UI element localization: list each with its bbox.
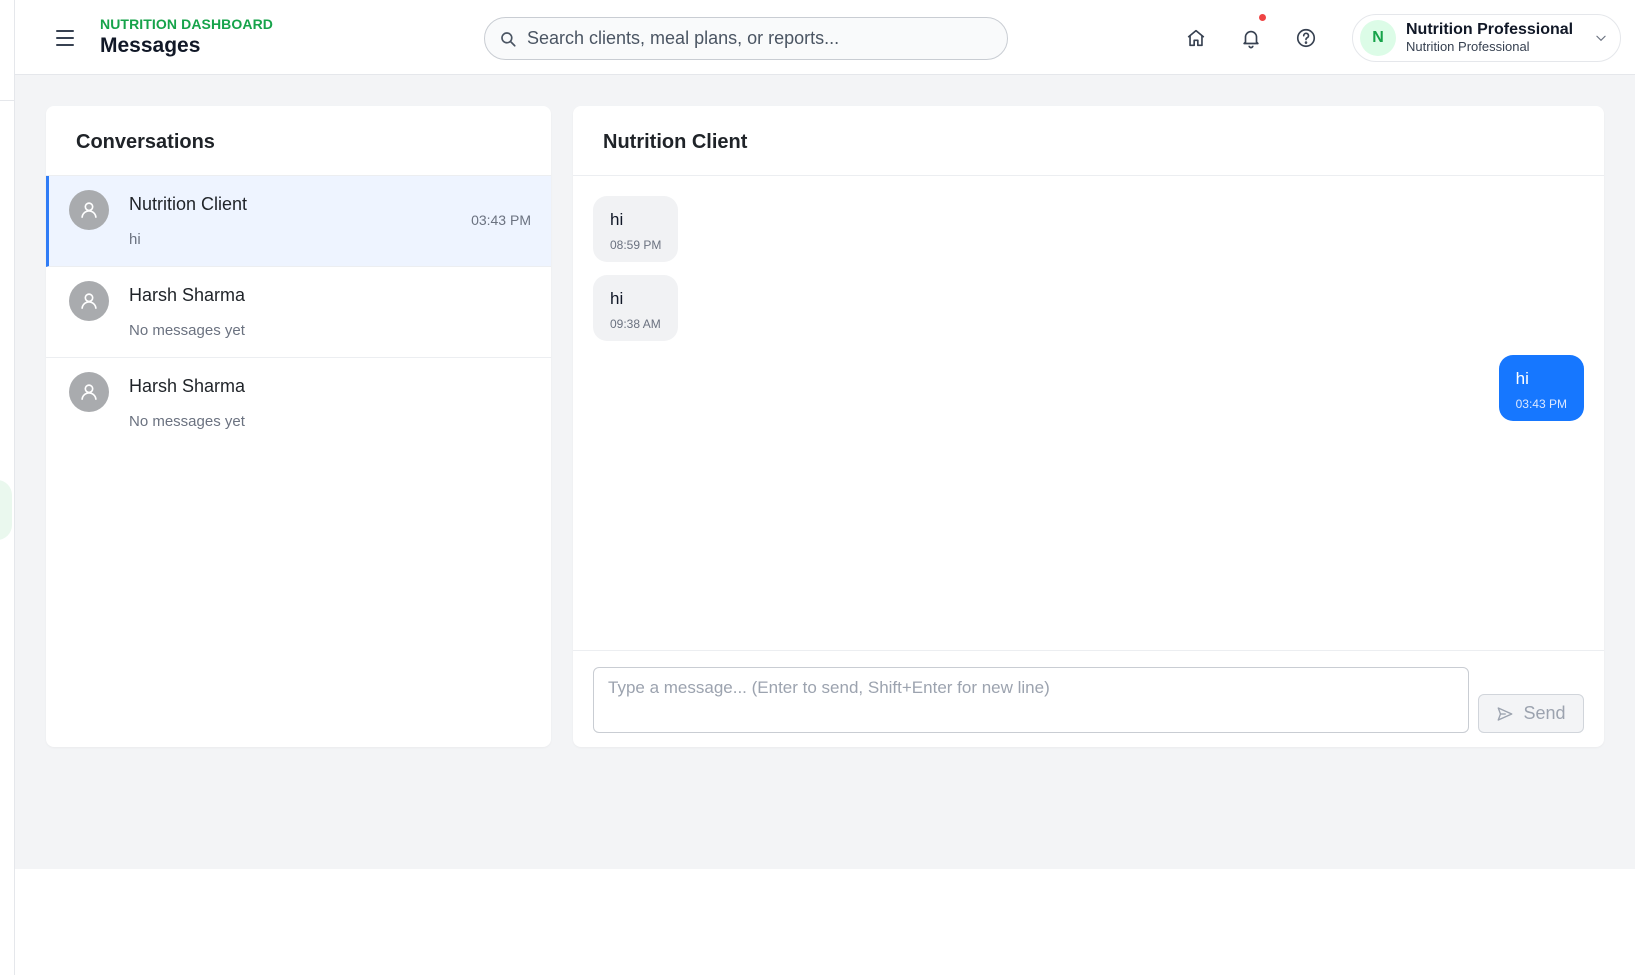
conversation-time: 03:43 PM <box>471 212 531 228</box>
home-button[interactable] <box>1184 26 1208 50</box>
conversation-preview: No messages yet <box>129 413 245 430</box>
user-icon <box>81 384 97 400</box>
message-time: 09:38 AM <box>610 317 661 331</box>
page-title: Messages <box>100 34 201 57</box>
sidebar-divider <box>0 100 14 101</box>
left-sidebar-collapsed <box>0 0 15 975</box>
conversation-name: Nutrition Client <box>129 194 248 214</box>
message-list: hi 08:59 PM hi 09:38 AM hi 03:43 PM <box>573 176 1604 656</box>
profile-name: Nutrition Professional <box>1406 21 1574 39</box>
search-input[interactable] <box>527 28 987 49</box>
avatar <box>69 372 109 412</box>
home-icon <box>1187 29 1205 47</box>
message-time: 03:43 PM <box>1515 397 1567 411</box>
message-time: 08:59 PM <box>610 238 662 252</box>
notification-dot <box>1259 14 1266 21</box>
profile-role: Nutrition Professional <box>1406 39 1530 55</box>
chevron-down-icon <box>1596 35 1606 42</box>
conversation-item[interactable]: Harsh Sharma No messages yet <box>46 358 551 449</box>
avatar <box>69 190 109 230</box>
message-text: hi <box>610 210 624 229</box>
send-button[interactable]: Send <box>1478 694 1584 733</box>
help-button[interactable] <box>1294 26 1318 50</box>
message-bubble-incoming: hi 09:38 AM <box>593 275 678 341</box>
page-footer-area <box>15 869 1635 975</box>
avatar <box>69 281 109 321</box>
message-bubble-incoming: hi 08:59 PM <box>593 196 679 262</box>
conversation-name: Harsh Sharma <box>129 285 246 305</box>
notifications-button[interactable] <box>1239 14 1266 50</box>
top-bar: NUTRITION DASHBOARD Messages N Nutrition… <box>15 0 1635 75</box>
send-label: Send <box>1523 703 1566 723</box>
message-input[interactable] <box>593 667 1469 733</box>
avatar: N <box>1360 20 1396 56</box>
profile-menu[interactable]: N Nutrition Professional Nutrition Profe… <box>1352 14 1621 62</box>
search-bar[interactable] <box>484 17 1008 60</box>
brand-block: NUTRITION DASHBOARD Messages <box>100 16 273 58</box>
chat-panel: Nutrition Client hi 08:59 PM hi 09:38 AM… <box>573 106 1604 747</box>
message-text: hi <box>610 289 624 308</box>
chat-title: Nutrition Client <box>573 106 1604 176</box>
menu-icon <box>53 30 77 46</box>
dashboard-kicker: NUTRITION DASHBOARD <box>100 16 274 32</box>
conversation-name: Harsh Sharma <box>129 376 246 396</box>
profile-text: Nutrition Professional Nutrition Profess… <box>1406 21 1574 55</box>
conversation-item[interactable]: Harsh Sharma No messages yet <box>46 267 551 358</box>
sidebar-active-indicator <box>0 480 12 540</box>
bell-icon <box>1243 30 1259 49</box>
send-icon <box>1498 706 1513 721</box>
conversation-preview: hi <box>129 231 141 248</box>
help-icon <box>1296 28 1316 48</box>
message-composer: Send <box>573 650 1604 747</box>
message-text: hi <box>1515 369 1529 388</box>
conversations-title: Conversations <box>46 106 551 176</box>
menu-toggle-button[interactable] <box>53 25 77 49</box>
conversations-panel: Conversations Nutrition Client hi 03:43 … <box>46 106 551 747</box>
conversation-item[interactable]: Nutrition Client hi 03:43 PM <box>46 176 551 267</box>
user-icon <box>81 293 97 309</box>
message-bubble-outgoing: hi 03:43 PM <box>1498 355 1584 421</box>
search-icon <box>501 31 516 47</box>
conversation-preview: No messages yet <box>129 322 245 339</box>
user-icon <box>81 202 97 218</box>
